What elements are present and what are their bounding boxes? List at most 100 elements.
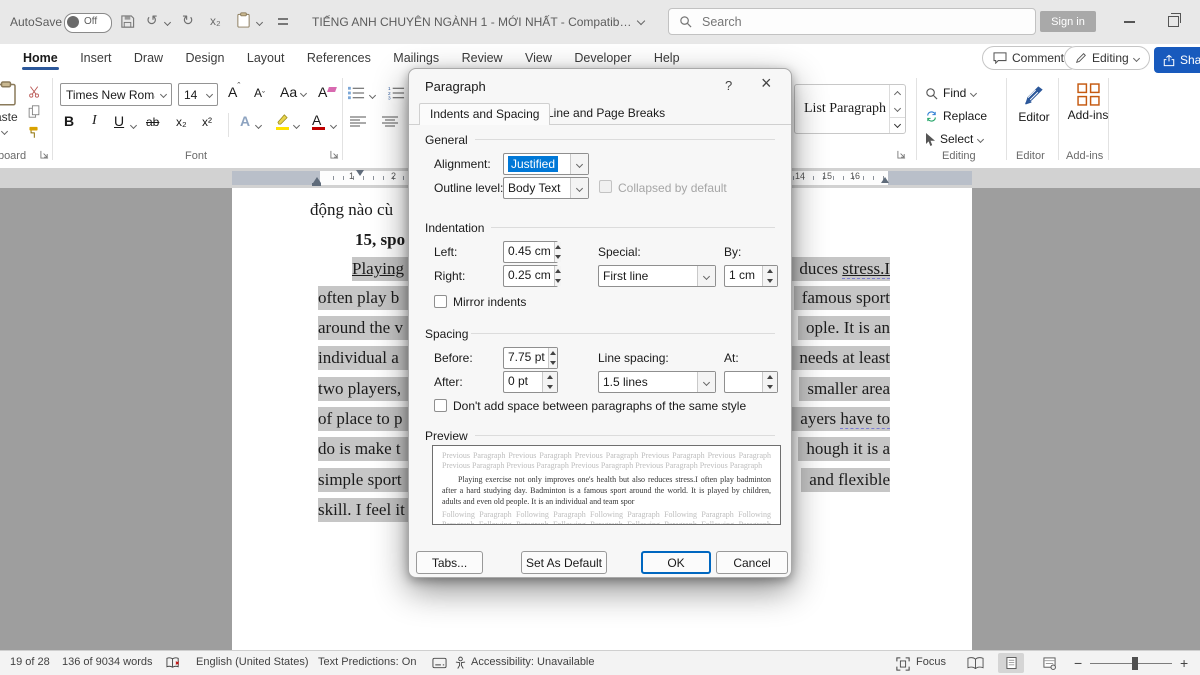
- save-icon[interactable]: [120, 14, 135, 29]
- spin-down[interactable]: [763, 382, 777, 392]
- doc-line-selected[interactable]: around the v: [318, 316, 415, 340]
- tab-review[interactable]: Review: [453, 44, 512, 70]
- tab-mailings[interactable]: Mailings: [384, 44, 448, 70]
- doc-line-selected[interactable]: skill. I feel it: [318, 498, 417, 522]
- by-spinner[interactable]: 1 cm: [724, 265, 778, 287]
- doc-line-selected[interactable]: smaller area: [799, 377, 890, 401]
- right-indent-marker[interactable]: [881, 177, 889, 183]
- clear-formatting-button[interactable]: A: [318, 84, 336, 100]
- title-chevron-icon[interactable]: [637, 17, 645, 25]
- styles-dialog-launcher[interactable]: [897, 150, 907, 160]
- spin-down[interactable]: [555, 276, 561, 286]
- web-layout-button[interactable]: [1036, 653, 1062, 673]
- bullets-button[interactable]: [348, 86, 365, 100]
- undo-icon[interactable]: ↺: [146, 12, 158, 29]
- shrink-font-button[interactable]: Aˇ: [254, 84, 265, 100]
- page-indicator[interactable]: 19 of 28: [10, 656, 50, 668]
- accessibility-icon[interactable]: [455, 656, 466, 670]
- tab-insert[interactable]: Insert: [71, 44, 120, 70]
- line-spacing-chevron-icon[interactable]: [697, 372, 715, 392]
- change-case-button[interactable]: Aa: [280, 84, 306, 100]
- tab-developer[interactable]: Developer: [565, 44, 640, 70]
- search-box[interactable]: [668, 8, 1036, 35]
- spin-down[interactable]: [763, 276, 777, 286]
- spin-up[interactable]: [555, 242, 561, 252]
- doc-line[interactable]: 15, spo: [355, 228, 405, 252]
- styles-up-icon[interactable]: [889, 85, 905, 101]
- proofing-icon[interactable]: [166, 657, 181, 669]
- font-size-combo[interactable]: 14: [178, 83, 218, 106]
- before-spinner[interactable]: 7.75 pt: [503, 347, 558, 369]
- print-layout-button[interactable]: [998, 653, 1024, 673]
- minimize-button[interactable]: [1124, 21, 1135, 23]
- accessibility-status[interactable]: Accessibility: Unavailable: [471, 656, 595, 668]
- doc-line-selected[interactable]: do is make t: [318, 437, 413, 461]
- text-effects-button[interactable]: A: [240, 113, 250, 129]
- doc-line-selected[interactable]: ayers have to: [792, 407, 890, 431]
- cut-icon[interactable]: [28, 85, 41, 98]
- font-color-chevron-icon[interactable]: [330, 122, 337, 129]
- subscript-qat-icon[interactable]: x₂: [210, 14, 221, 28]
- outline-level-combo[interactable]: Body Text: [503, 177, 589, 199]
- paste-split-chevron-icon[interactable]: [1, 128, 8, 135]
- doc-line-selected[interactable]: ople. It is an: [798, 316, 890, 340]
- indent-left-spinner[interactable]: 0.45 cm: [503, 241, 558, 263]
- font-name-combo[interactable]: Times New Roman: [60, 83, 172, 106]
- clipboard-dialog-launcher[interactable]: [40, 150, 50, 160]
- paste-qat-icon[interactable]: [236, 12, 251, 28]
- doc-line-selected[interactable]: of place to p: [318, 407, 415, 431]
- sign-in-button[interactable]: Sign in: [1040, 11, 1096, 32]
- doc-line-selected[interactable]: famous sport: [794, 286, 890, 310]
- special-chevron-icon[interactable]: [697, 266, 715, 286]
- read-mode-button[interactable]: [962, 653, 988, 673]
- dialog-tab-line-page-breaks[interactable]: Line and Page Breaks: [537, 103, 675, 125]
- find-button[interactable]: Find: [925, 86, 976, 100]
- mirror-indents-checkbox[interactable]: [434, 295, 447, 308]
- doc-line-selected[interactable]: simple sport: [318, 468, 414, 492]
- dialog-close-button[interactable]: ×: [761, 73, 772, 94]
- indent-right-spinner[interactable]: 0.25 cm: [503, 265, 558, 287]
- word-count[interactable]: 136 of 9034 words: [62, 656, 153, 668]
- language-indicator[interactable]: English (United States): [196, 656, 309, 668]
- tab-view[interactable]: View: [516, 44, 561, 70]
- doc-line-selected[interactable]: two players,: [318, 377, 413, 401]
- replace-button[interactable]: Replace: [925, 109, 987, 123]
- copy-icon[interactable]: [28, 105, 40, 118]
- dont-add-space-checkbox[interactable]: [434, 399, 447, 412]
- doc-line[interactable]: động nào cù: [310, 198, 393, 222]
- document-title[interactable]: TIẾNG ANH CHUYÊN NGÀNH 1 - MỚI NHẤT - Co…: [312, 15, 634, 29]
- share-button[interactable]: Share: [1154, 47, 1200, 73]
- font-size-chevron-icon[interactable]: [201, 84, 217, 105]
- zoom-in-button[interactable]: +: [1180, 655, 1188, 671]
- focus-label[interactable]: Focus: [916, 656, 946, 668]
- dialog-help-button[interactable]: ?: [725, 78, 732, 93]
- subscript-button[interactable]: x₂: [176, 115, 187, 129]
- editing-mode-button[interactable]: Editing: [1064, 46, 1150, 70]
- tabs-button[interactable]: Tabs...: [416, 551, 483, 574]
- tab-draw[interactable]: Draw: [125, 44, 172, 70]
- italic-button[interactable]: I: [92, 113, 97, 129]
- alignment-combo[interactable]: Justified: [503, 153, 589, 175]
- left-indent-marker[interactable]: [312, 183, 321, 186]
- tab-design[interactable]: Design: [177, 44, 234, 70]
- zoom-out-button[interactable]: −: [1074, 655, 1082, 671]
- doc-line-selected[interactable]: duces stress.I: [791, 257, 890, 281]
- paste-label[interactable]: Paste: [0, 110, 18, 124]
- grow-font-button[interactable]: Aˆ: [228, 84, 240, 100]
- superscript-button[interactable]: x²: [202, 115, 212, 129]
- alignment-chevron-icon[interactable]: [570, 154, 588, 174]
- special-combo[interactable]: First line: [598, 265, 716, 287]
- numbering-button[interactable]: 123: [388, 86, 405, 100]
- spin-up[interactable]: [549, 348, 557, 358]
- restore-button[interactable]: [1168, 16, 1179, 27]
- doc-line-selected[interactable]: and flexible: [801, 468, 890, 492]
- at-spinner[interactable]: [724, 371, 778, 393]
- format-painter-icon[interactable]: [27, 126, 40, 139]
- underline-button[interactable]: U: [114, 113, 124, 129]
- line-spacing-combo[interactable]: 1.5 lines: [598, 371, 716, 393]
- align-center-button[interactable]: [382, 116, 398, 128]
- search-input[interactable]: [700, 14, 1004, 30]
- underline-chevron-icon[interactable]: [130, 122, 137, 129]
- bullets-chevron-icon[interactable]: [369, 92, 376, 99]
- focus-icon[interactable]: [896, 657, 910, 671]
